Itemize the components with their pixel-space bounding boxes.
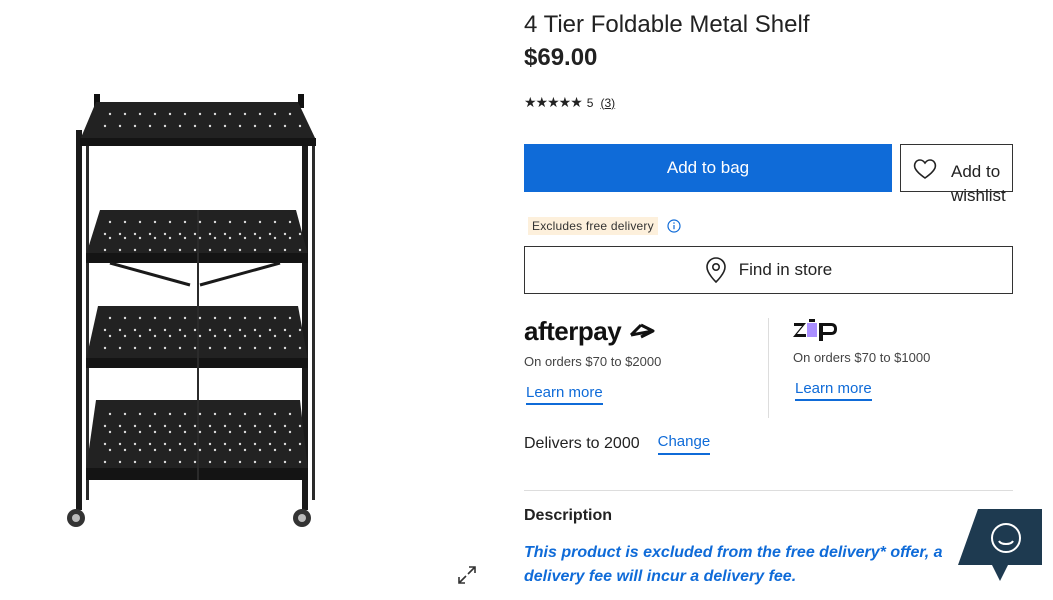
afterpay-logo-text: afterpay: [524, 315, 622, 346]
wheel: [293, 509, 311, 527]
delivery-exclusion: Excludes free delivery: [528, 217, 681, 235]
product-image[interactable]: [50, 80, 330, 530]
product-image-area: [0, 0, 500, 600]
star-rating-icon: ★★★★★: [524, 94, 583, 110]
zip-logo-icon: [793, 319, 837, 341]
zip-learn-more-link[interactable]: Learn more: [795, 380, 872, 401]
delivery-location: Delivers to 2000 Change: [524, 433, 711, 455]
zip-logo: zip: [793, 316, 1013, 344]
wishlist-label: Add to wishlist: [951, 162, 1006, 205]
description-text: This product is excluded from the free d…: [524, 544, 943, 585]
payment-divider: [768, 318, 769, 418]
add-to-bag-button[interactable]: Add to bag: [524, 144, 892, 192]
rating[interactable]: ★★★★★ 5 (3): [524, 94, 615, 111]
excludes-free-delivery-badge: Excludes free delivery: [528, 217, 658, 235]
product-title: 4 Tier Foldable Metal Shelf: [524, 11, 810, 38]
shelf-tier-1: [80, 102, 316, 146]
review-count-link[interactable]: (3): [600, 96, 615, 110]
change-postcode-link[interactable]: Change: [657, 433, 711, 455]
afterpay-learn-more-link[interactable]: Learn more: [526, 384, 603, 405]
section-divider: [524, 490, 1013, 491]
zip-subtext: On orders $70 to $1000: [793, 350, 931, 365]
zip-section: zip On orders $70 to $1000 Learn more: [793, 316, 1013, 401]
rating-value: 5: [586, 95, 594, 110]
map-pin-icon: [705, 257, 726, 283]
delivers-to-text: Delivers to 2000: [524, 435, 640, 452]
chat-widget-button[interactable]: [958, 509, 1042, 581]
heart-icon: [913, 159, 937, 179]
afterpay-subtext: On orders $70 to $2000: [524, 354, 662, 369]
afterpay-arrows-icon: [630, 323, 655, 339]
wheel: [67, 509, 85, 527]
afterpay-section: afterpay On orders $70 to $2000 Learn mo…: [524, 316, 764, 405]
find-in-store-label: Find in store: [738, 260, 833, 279]
afterpay-logo: afterpay: [524, 316, 764, 346]
find-in-store-button[interactable]: Find in store: [524, 246, 1013, 294]
description-heading[interactable]: Description: [524, 507, 612, 525]
product-price: $69.00: [524, 44, 598, 71]
expand-icon[interactable]: [455, 563, 479, 587]
info-icon[interactable]: [667, 219, 681, 233]
add-to-wishlist-button[interactable]: Add to wishlist: [900, 144, 1013, 205]
